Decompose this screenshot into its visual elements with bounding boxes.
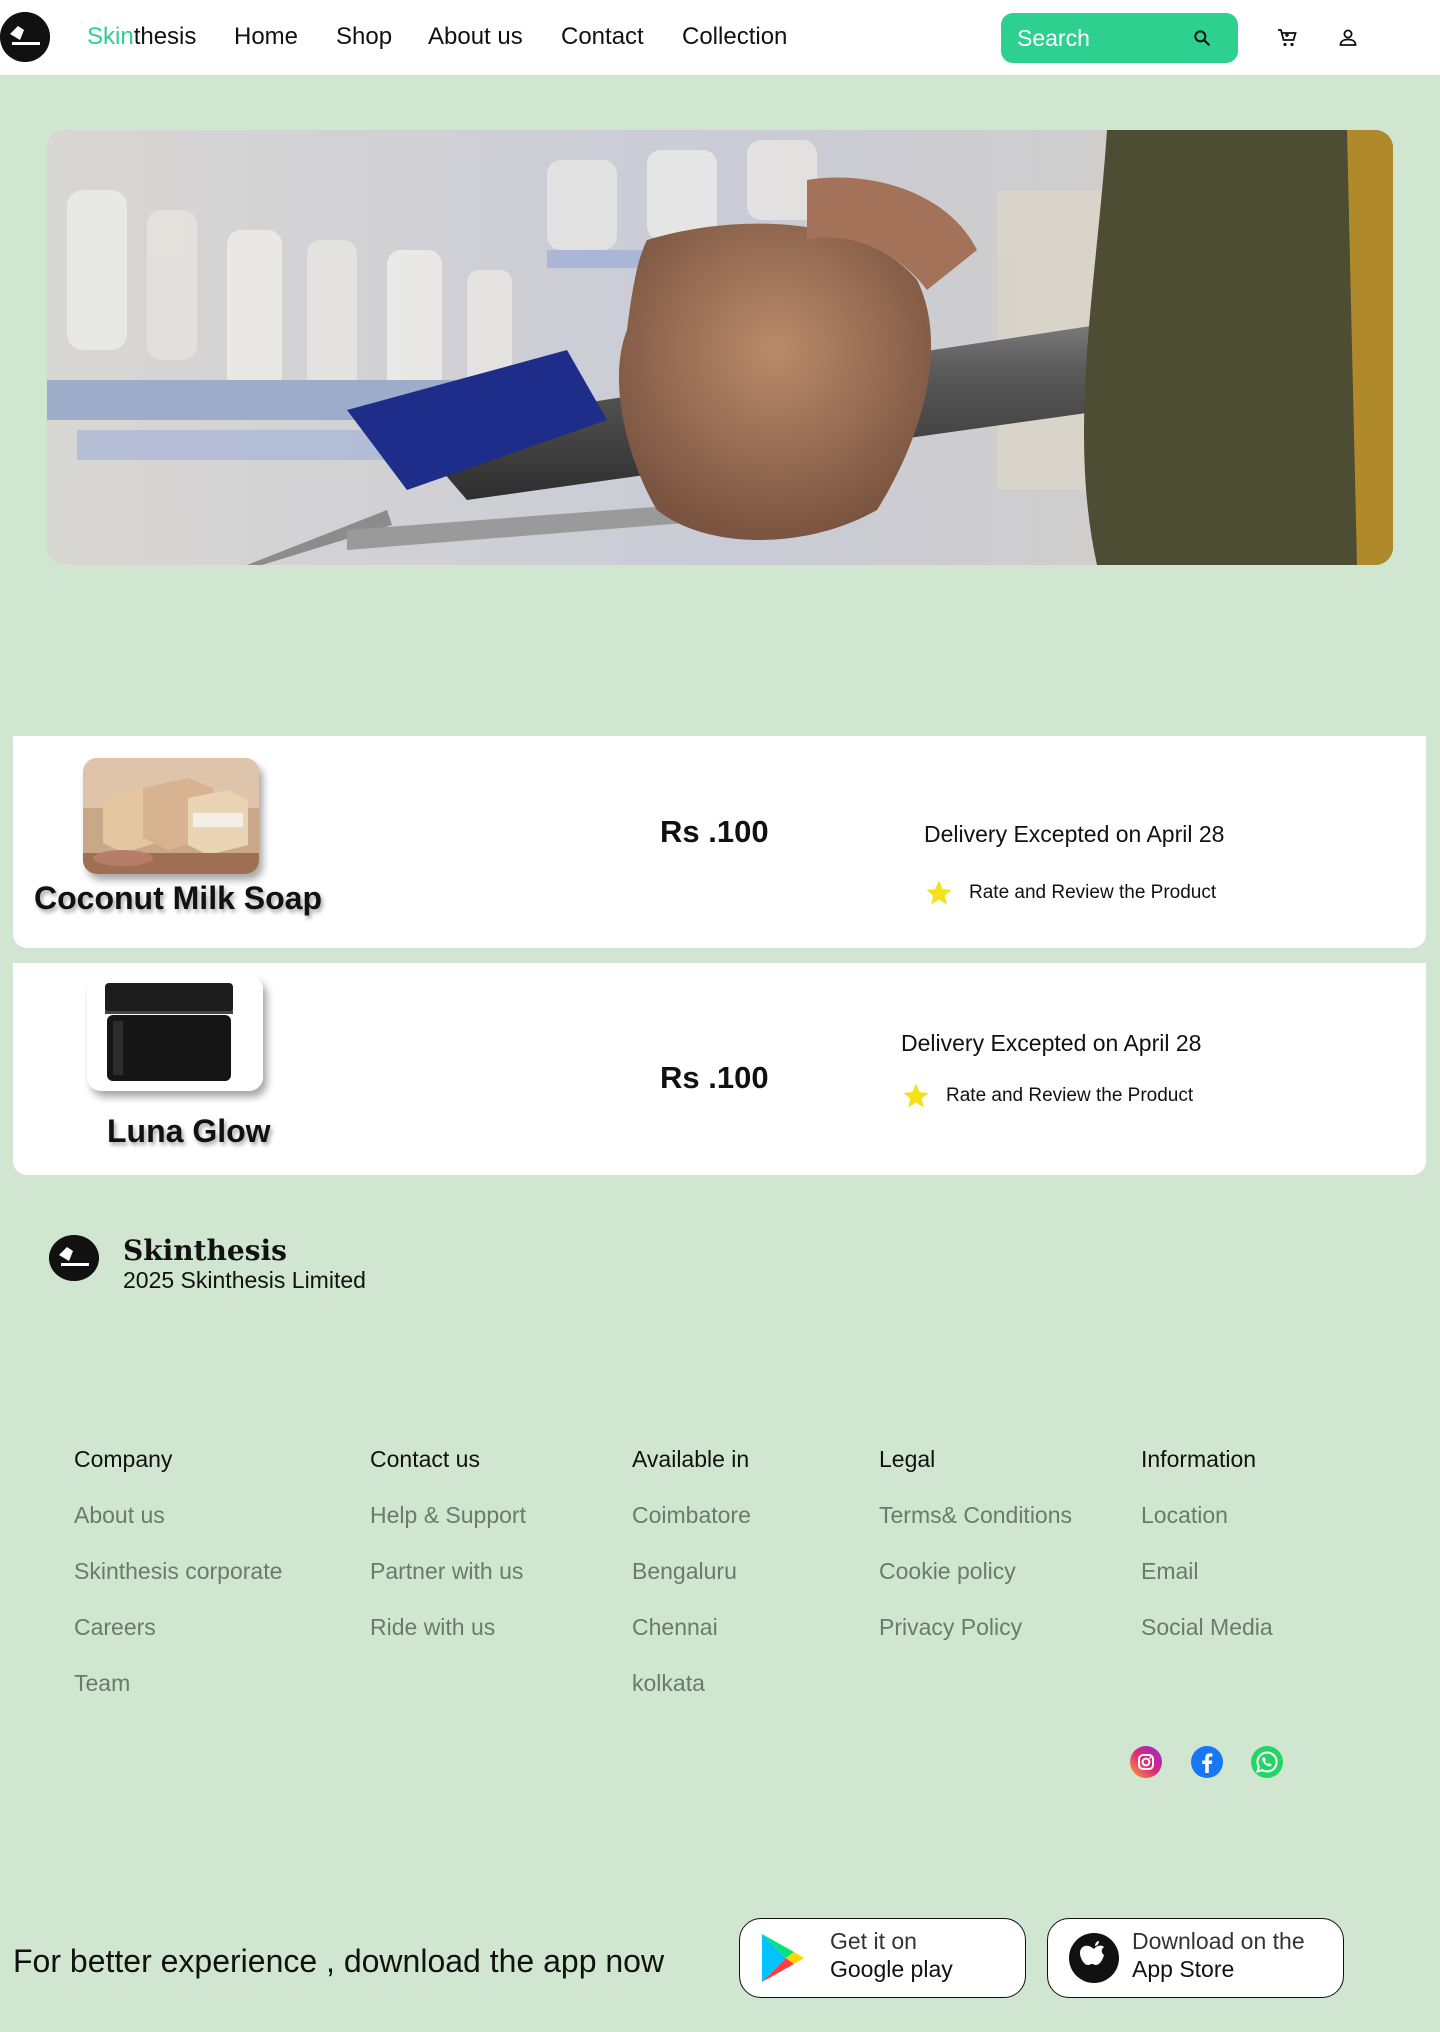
footer-link-partner[interactable]: Partner with us xyxy=(370,1558,523,1585)
star-icon[interactable] xyxy=(901,1081,931,1111)
search-bar xyxy=(1001,13,1238,63)
footer-link-team[interactable]: Team xyxy=(74,1670,130,1697)
hero-banner-image xyxy=(47,130,1393,565)
nav-home[interactable]: Home xyxy=(234,23,298,51)
delivery-date: Delivery Excepted on April 28 xyxy=(901,1030,1202,1056)
footer-brand-name: Skinthesis xyxy=(123,1234,287,1267)
facebook-icon[interactable] xyxy=(1190,1745,1224,1779)
nav-collection[interactable]: Collection xyxy=(682,23,787,51)
user-profile-icon[interactable] xyxy=(1336,26,1360,50)
order-item-card: Coconut Milk Soap Rs .100 Delivery Excep… xyxy=(13,736,1426,948)
product-price: Rs .100 xyxy=(660,814,769,849)
rate-review-link[interactable]: Rate and Review the Product xyxy=(969,882,1216,904)
footer-link-ride[interactable]: Ride with us xyxy=(370,1614,495,1641)
nav-contact[interactable]: Contact xyxy=(561,23,644,51)
footer-link-location[interactable]: Location xyxy=(1141,1502,1228,1529)
google-play-icon xyxy=(762,1934,804,1982)
top-navbar: Skinthesis Home Shop About us Contact Co… xyxy=(0,0,1440,76)
footer-link-terms[interactable]: Terms& Conditions xyxy=(879,1502,1072,1529)
app-store-big-text: App Store xyxy=(1132,1956,1235,1982)
product-image-luna-glow[interactable] xyxy=(87,975,263,1091)
nav-about-us[interactable]: About us xyxy=(428,23,523,51)
footer-link-kolkata[interactable]: kolkata xyxy=(632,1670,705,1697)
footer-copyright: 2025 Skinthesis Limited xyxy=(123,1267,366,1293)
brand-name[interactable]: Skinthesis xyxy=(87,23,196,51)
soap-bars-image xyxy=(83,758,259,874)
brand-accent-text: Skin xyxy=(87,23,134,50)
footer-link-chennai[interactable]: Chennai xyxy=(632,1614,718,1641)
apple-icon xyxy=(1069,1933,1119,1983)
google-play-button[interactable]: Get it on Google play xyxy=(739,1918,1026,1998)
logo-emblem-icon xyxy=(0,12,50,62)
search-input[interactable] xyxy=(1017,25,1187,51)
star-icon[interactable] xyxy=(924,878,954,908)
footer-heading-available-in: Available in xyxy=(632,1446,750,1472)
footer-link-careers[interactable]: Careers xyxy=(74,1614,156,1641)
black-jar-image xyxy=(87,975,263,1091)
footer-heading-company: Company xyxy=(74,1446,173,1472)
product-name: Coconut Milk Soap xyxy=(34,880,322,916)
footer-heading-contact-us: Contact us xyxy=(370,1446,480,1472)
instagram-icon[interactable] xyxy=(1129,1745,1163,1779)
footer-link-privacy[interactable]: Privacy Policy xyxy=(879,1614,1022,1641)
search-icon[interactable] xyxy=(1192,28,1212,48)
app-download-prompt: For better experience , download the app… xyxy=(13,1943,665,1979)
footer-link-email[interactable]: Email xyxy=(1141,1558,1199,1585)
footer-link-corporate[interactable]: Skinthesis corporate xyxy=(74,1558,282,1585)
cart-icon[interactable] xyxy=(1275,26,1299,50)
delivery-date: Delivery Excepted on April 28 xyxy=(924,821,1225,847)
nav-shop[interactable]: Shop xyxy=(336,23,392,51)
footer-link-about-us[interactable]: About us xyxy=(74,1502,165,1529)
google-play-big-text: Google play xyxy=(830,1956,953,1982)
shopping-cart-photo xyxy=(47,130,1393,565)
footer-heading-information: Information xyxy=(1141,1446,1257,1472)
product-price: Rs .100 xyxy=(660,1060,769,1095)
footer-link-bengaluru[interactable]: Bengaluru xyxy=(632,1558,737,1585)
product-name: Luna Glow xyxy=(107,1113,271,1149)
brand-rest-text: thesis xyxy=(133,23,197,50)
logo-emblem-icon xyxy=(49,1235,99,1281)
order-item-card: Luna Glow Rs .100 Delivery Excepted on A… xyxy=(13,963,1426,1175)
whatsapp-icon[interactable] xyxy=(1250,1745,1284,1779)
app-store-button[interactable]: Download on the App Store xyxy=(1047,1918,1344,1998)
footer-heading-legal: Legal xyxy=(879,1446,936,1472)
footer-link-cookie[interactable]: Cookie policy xyxy=(879,1558,1016,1585)
rate-review-link[interactable]: Rate and Review the Product xyxy=(946,1085,1193,1107)
app-store-small-text: Download on the xyxy=(1132,1928,1305,1954)
product-image-coconut-milk-soap[interactable] xyxy=(83,758,259,874)
footer-link-coimbatore[interactable]: Coimbatore xyxy=(632,1502,751,1529)
footer-link-help-support[interactable]: Help & Support xyxy=(370,1502,526,1529)
google-play-small-text: Get it on xyxy=(830,1928,917,1954)
footer-brand-logo[interactable] xyxy=(49,1235,99,1281)
footer-link-social-media[interactable]: Social Media xyxy=(1141,1614,1273,1641)
brand-logo[interactable] xyxy=(0,12,50,62)
